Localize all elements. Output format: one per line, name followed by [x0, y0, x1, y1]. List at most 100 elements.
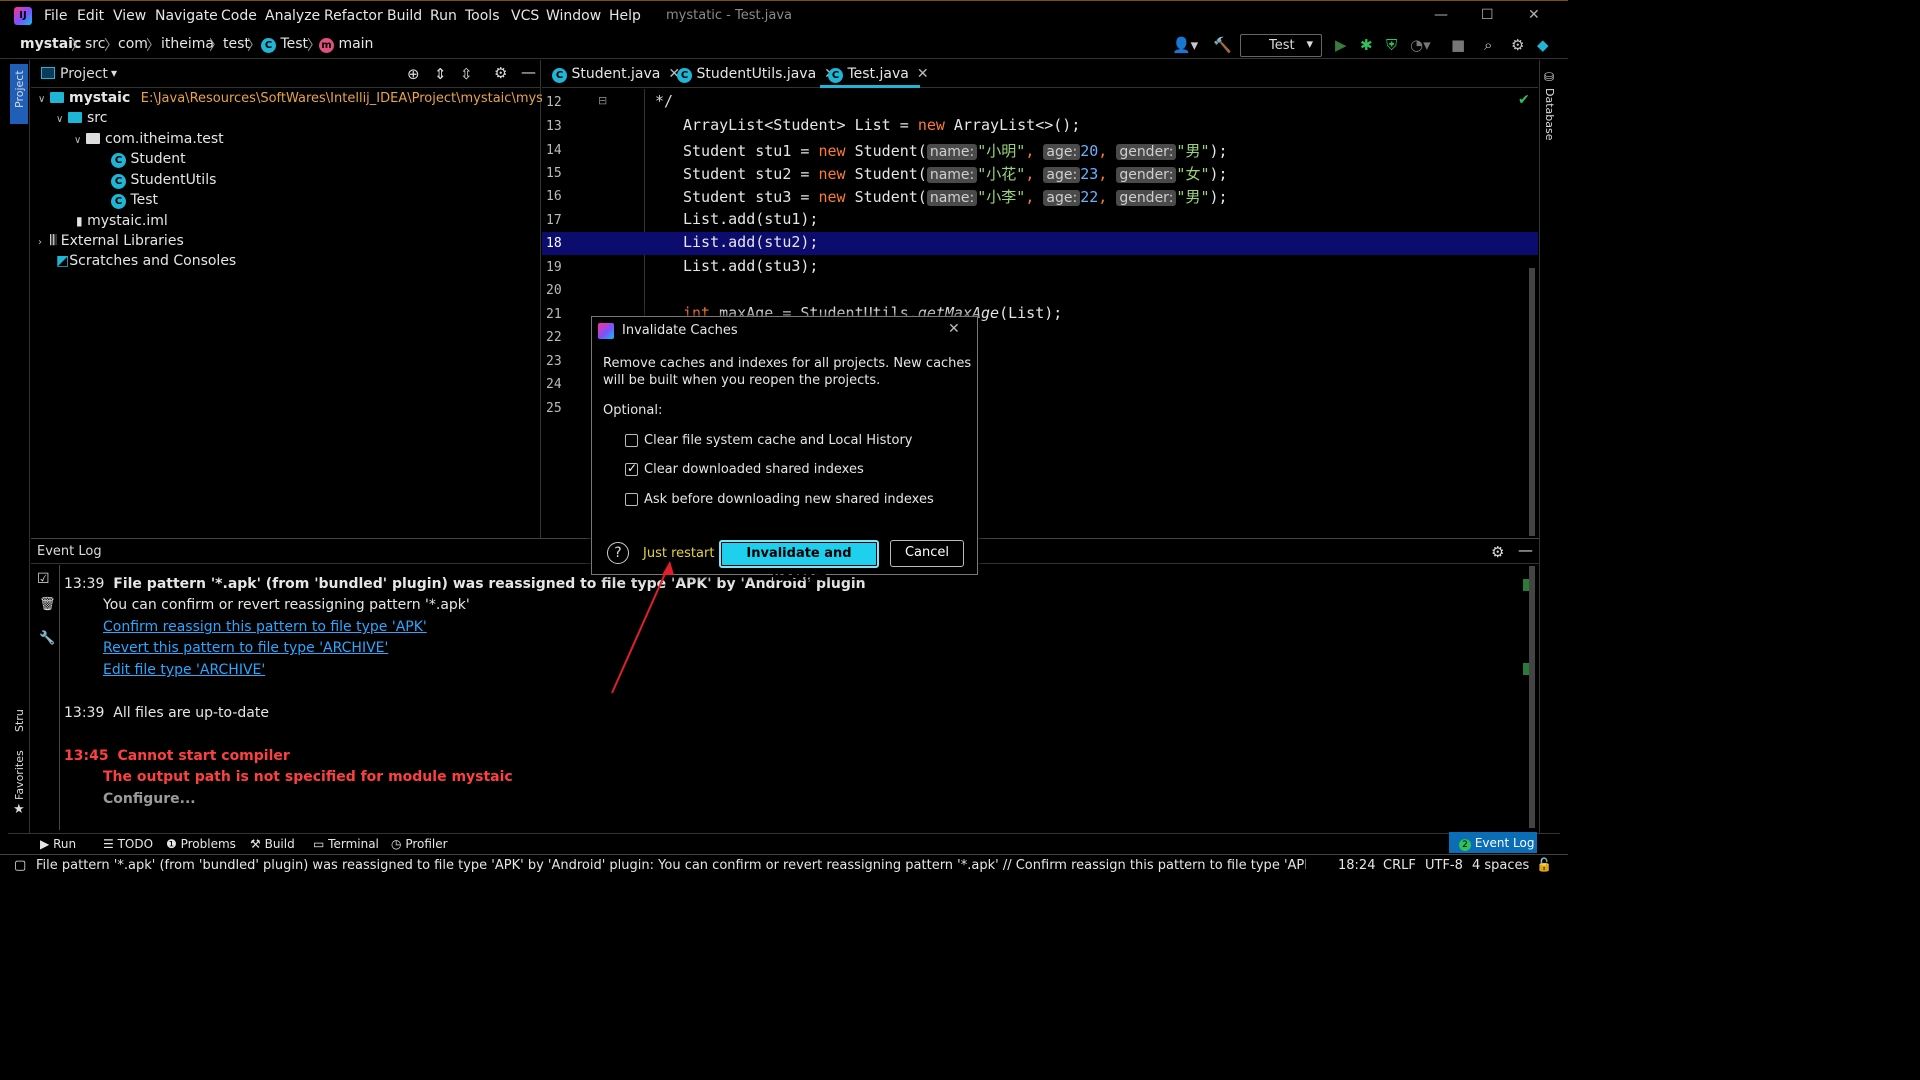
minimize-icon[interactable]: — — [1434, 7, 1448, 23]
build-tool-button[interactable]: ⚒ Build — [250, 837, 295, 851]
event-log-settings-gear-icon[interactable]: ⚙ — [1491, 543, 1504, 561]
hide-panel-icon[interactable]: — — [1518, 541, 1533, 559]
tab-student[interactable]: C Student.java ✕ — [552, 66, 680, 83]
close-window-icon[interactable]: ✕ — [1528, 7, 1540, 23]
menu-file[interactable]: File — [44, 8, 67, 24]
search-icon[interactable]: ⌕ — [1484, 36, 1492, 54]
tree-item-external-libraries[interactable]: › 𝄃𝄃 External Libraries — [38, 233, 184, 249]
database-tab-label[interactable]: Database — [1543, 88, 1556, 141]
option-label[interactable]: Clear downloaded shared indexes — [644, 462, 864, 477]
breadcrumb-src[interactable]: src — [85, 36, 105, 52]
intellij-logo-icon: IJ — [14, 7, 32, 25]
breadcrumb-test-class[interactable]: C Test — [261, 36, 308, 53]
caret-position[interactable]: 18:24 — [1338, 858, 1375, 873]
configure-link[interactable]: Configure... — [103, 791, 196, 807]
project-panel-title[interactable]: Project — [60, 66, 108, 82]
run-configuration-select[interactable]: Test ▾ — [1240, 34, 1322, 57]
code-line-12: */ — [655, 92, 674, 110]
tab-test[interactable]: C Test.java ✕ — [828, 66, 929, 83]
run-tool-button[interactable]: ▶ Run — [40, 837, 76, 851]
trash-icon[interactable]: 🗑 — [39, 597, 56, 612]
tree-root-row[interactable]: ∨ mystaic E:\Java\Resources\SoftWares\Int… — [38, 90, 567, 106]
breadcrumb-com[interactable]: com — [118, 36, 148, 52]
database-icon: ⛁ — [1544, 70, 1555, 84]
edit-file-type-link[interactable]: Edit file type 'ARCHIVE' — [103, 662, 265, 678]
tree-item-scratches[interactable]: ◩Scratches and Consoles — [56, 253, 236, 269]
lock-icon[interactable]: 🔓 — [1536, 858, 1552, 873]
settings-gear-icon[interactable]: ⚙ — [1511, 36, 1524, 54]
breadcrumb-separator: 〉 — [247, 38, 261, 54]
menu-refactor[interactable]: Refactor — [324, 8, 383, 24]
event-log-scrollbar[interactable] — [1529, 566, 1535, 828]
menu-edit[interactable]: Edit — [77, 8, 104, 24]
option-label[interactable]: Clear file system cache and Local Histor… — [644, 433, 913, 448]
menu-code[interactable]: Code — [221, 8, 257, 24]
toggle-tool-windows-icon[interactable]: ▢ — [14, 858, 26, 873]
breadcrumb-test-package[interactable]: test — [223, 36, 250, 52]
fold-icon[interactable]: ⊟ — [598, 94, 607, 107]
close-tab-icon[interactable]: ✕ — [917, 66, 929, 82]
breadcrumb-itheima[interactable]: itheima — [161, 36, 214, 52]
menu-navigate[interactable]: Navigate — [155, 8, 218, 24]
menu-vcs[interactable]: VCS — [511, 8, 539, 24]
tree-item-student[interactable]: C Student — [111, 151, 186, 168]
locate-icon[interactable]: ⊕ — [407, 65, 420, 83]
panel-settings-gear-icon[interactable]: ⚙ — [494, 64, 507, 82]
jetbrains-toolbox-icon[interactable]: ◆ — [1537, 36, 1549, 54]
menu-view[interactable]: View — [113, 8, 146, 24]
tree-item-package[interactable]: ∨ com.itheima.test — [74, 131, 224, 147]
indent-setting[interactable]: 4 spaces — [1472, 858, 1529, 873]
ask-before-downloading-checkbox[interactable] — [625, 493, 638, 506]
param-hint-gender: gender: — [1116, 190, 1177, 206]
tree-item-iml[interactable]: ▮ mystaic.iml — [76, 213, 168, 229]
coverage-icon[interactable]: ⛨ — [1386, 36, 1397, 54]
menu-window[interactable]: Window — [546, 8, 601, 24]
menu-help[interactable]: Help — [609, 8, 641, 24]
status-message[interactable]: File pattern '*.apk' (from 'bundled' plu… — [36, 858, 1306, 873]
stop-icon[interactable]: ■ — [1451, 36, 1465, 54]
breadcrumb-main[interactable]: m main — [319, 36, 373, 53]
tab-studentutils[interactable]: C StudentUtils.java✕ — [677, 66, 836, 83]
keyword-new: new — [818, 165, 846, 183]
todo-tool-button[interactable]: ☰ TODO — [103, 837, 153, 851]
tree-item-src[interactable]: ∨ src — [56, 110, 107, 126]
build-hammer-icon[interactable]: 🔨 — [1213, 36, 1232, 54]
debug-icon[interactable]: ✱ — [1360, 36, 1373, 54]
menu-build[interactable]: Build — [387, 8, 422, 24]
tree-item-studentutils[interactable]: C StudentUtils — [111, 172, 216, 189]
line-separator[interactable]: CRLF — [1383, 858, 1416, 873]
profiler-tool-button[interactable]: ◷ Profiler — [391, 837, 448, 851]
tree-item-test[interactable]: C Test — [111, 192, 158, 209]
mark-all-read-icon[interactable]: ☑ — [37, 571, 50, 587]
problems-tool-button[interactable]: ❶ Problems — [166, 837, 236, 851]
collapse-all-icon[interactable]: ⇳ — [460, 65, 473, 83]
menu-tools[interactable]: Tools — [465, 8, 500, 24]
code-line-13: ArrayList<Student> List = new ArrayList<… — [683, 116, 1080, 134]
project-tool-tab[interactable]: Project — [10, 64, 28, 124]
option-label[interactable]: Ask before downloading new shared indexe… — [644, 492, 934, 507]
editor-scrollbar[interactable] — [1529, 268, 1535, 536]
hide-panel-icon[interactable]: — — [521, 63, 536, 81]
confirm-reassign-link[interactable]: Confirm reassign this pattern to file ty… — [103, 619, 427, 635]
menu-run[interactable]: Run — [430, 8, 457, 24]
user-icon[interactable]: 👤▾ — [1172, 36, 1198, 54]
maximize-icon[interactable]: ☐ — [1481, 7, 1494, 23]
line-number: 22 — [546, 330, 562, 345]
clear-file-system-cache-checkbox[interactable] — [625, 434, 638, 447]
close-dialog-icon[interactable]: ✕ — [948, 321, 960, 337]
wrench-icon[interactable]: 🔧 — [39, 631, 55, 646]
cancel-button[interactable]: Cancel — [890, 540, 964, 567]
profile-icon[interactable]: ◔▾ — [1410, 36, 1431, 54]
invalidate-and-restart-button[interactable]: Invalidate and Restart — [719, 540, 879, 585]
event-log-tool-button[interactable]: 2 Event Log — [1449, 832, 1537, 853]
terminal-tool-button[interactable]: ▭ Terminal — [313, 837, 379, 851]
menu-analyze[interactable]: Analyze — [265, 8, 320, 24]
clear-shared-indexes-checkbox[interactable] — [625, 461, 638, 476]
structure-tab-label[interactable]: Stru — [13, 709, 26, 732]
favorites-tab-label[interactable]: Favorites — [13, 750, 26, 800]
chevron-down-icon[interactable]: ▾ — [111, 66, 117, 80]
run-icon[interactable]: ▶ — [1335, 36, 1347, 54]
revert-pattern-link[interactable]: Revert this pattern to file type 'ARCHIV… — [103, 640, 388, 656]
file-encoding[interactable]: UTF-8 — [1425, 858, 1463, 873]
expand-all-icon[interactable]: ⇕ — [434, 65, 447, 83]
